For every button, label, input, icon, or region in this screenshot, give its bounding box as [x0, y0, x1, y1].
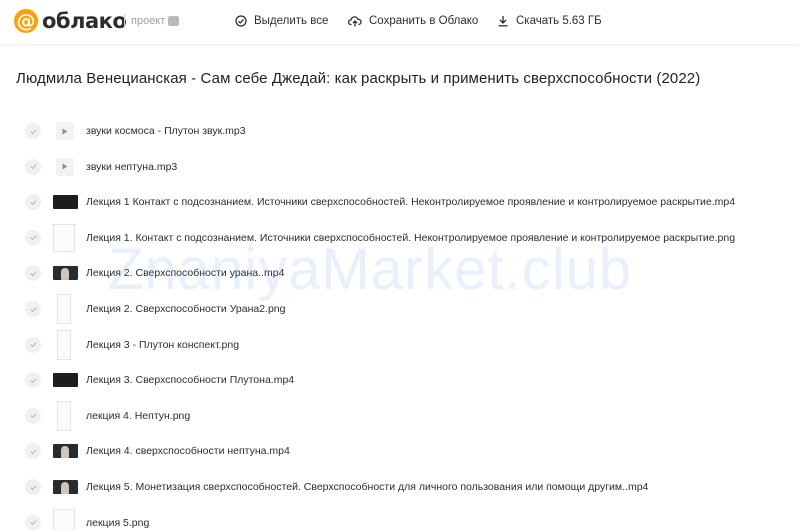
- download-icon: [498, 16, 508, 27]
- checkmark-icon: [29, 413, 37, 419]
- cloud-upload-icon: [348, 16, 362, 27]
- file-name[interactable]: Лекция 2. Сверхспособности Урана2.png: [86, 302, 286, 316]
- file-name[interactable]: лекция 4. Нептун.png: [86, 409, 190, 423]
- audio-file-icon: [53, 155, 77, 179]
- row-checkbox[interactable]: [25, 479, 41, 495]
- row-checkbox[interactable]: [25, 123, 41, 139]
- checkmark-icon: [29, 484, 37, 490]
- file-row[interactable]: Лекция 2. Сверхспособности урана..mp4: [0, 255, 800, 291]
- checkmark-icon: [29, 342, 37, 348]
- file-name[interactable]: Лекция 5. Монетизация сверхспособностей.…: [86, 480, 648, 494]
- row-checkbox[interactable]: [25, 265, 41, 282]
- row-checkbox[interactable]: [25, 443, 41, 460]
- row-checkbox[interactable]: [25, 514, 41, 530]
- file-row[interactable]: Лекция 2. Сверхспособности Урана2.png: [0, 291, 800, 327]
- download-button[interactable]: Скачать 5.63 ГБ: [497, 13, 602, 29]
- video-thumbnail: [53, 444, 78, 459]
- video-thumbnail: [53, 480, 78, 494]
- file-name[interactable]: лекция 5.png: [86, 516, 149, 530]
- image-thumbnail: [57, 329, 71, 360]
- checkmark-icon: [29, 199, 37, 205]
- file-row[interactable]: звуки нептуна.mp3: [0, 149, 800, 185]
- file-row[interactable]: Лекция 3 - Плутон конспект.png: [0, 327, 800, 363]
- folder-title: Людмила Венецианская - Сам себе Джедай: …: [16, 70, 701, 87]
- select-all-button[interactable]: Выделить все: [235, 13, 328, 29]
- row-checkbox[interactable]: [25, 372, 41, 389]
- image-thumbnail: [53, 223, 75, 252]
- logo-sub-text: проект: [131, 15, 166, 27]
- row-checkbox[interactable]: [25, 229, 41, 246]
- file-name[interactable]: звуки нептуна.mp3: [86, 160, 177, 174]
- top-header: @ облако проект Выделить все Сохранить в…: [0, 0, 800, 44]
- row-checkbox[interactable]: [25, 158, 41, 175]
- download-label: Скачать 5.63 ГБ: [516, 15, 602, 27]
- file-row[interactable]: Лекция 1. Контакт с подсознанием. Источн…: [0, 220, 800, 256]
- file-row[interactable]: Лекция 4. сверхспособности нептуна.mp4: [0, 433, 800, 469]
- file-name[interactable]: Лекция 3. Сверхспособности Плутона.mp4: [86, 373, 294, 387]
- audio-file-icon: [53, 119, 77, 143]
- checkmark-icon: [29, 271, 37, 277]
- vk-badge-icon: [168, 16, 180, 26]
- file-row[interactable]: Лекция 1 Контакт с подсознанием. Источни…: [0, 184, 800, 220]
- row-checkbox[interactable]: [25, 336, 41, 353]
- file-row[interactable]: лекция 5.png: [0, 505, 800, 530]
- cloud-logo[interactable]: @ облако: [14, 9, 127, 33]
- video-thumbnail: [53, 195, 78, 210]
- file-row[interactable]: звуки космоса - Плутон звук.mp3: [0, 113, 800, 149]
- file-name[interactable]: Лекция 1 Контакт с подсознанием. Источни…: [86, 195, 735, 209]
- video-thumbnail: [53, 266, 78, 281]
- check-circle-icon: [235, 15, 247, 27]
- checkmark-icon: [29, 377, 37, 383]
- checkmark-icon: [29, 306, 37, 312]
- checkmark-icon: [29, 449, 37, 455]
- save-to-cloud-label: Сохранить в Облако: [369, 15, 479, 27]
- checkmark-icon: [29, 128, 37, 134]
- file-row[interactable]: лекция 4. Нептун.png: [0, 398, 800, 434]
- file-name[interactable]: Лекция 4. сверхспособности нептуна.mp4: [86, 444, 290, 458]
- file-name[interactable]: Лекция 2. Сверхспособности урана..mp4: [86, 266, 284, 280]
- save-to-cloud-button[interactable]: Сохранить в Облако: [348, 13, 478, 29]
- checkmark-icon: [29, 164, 37, 170]
- row-checkbox[interactable]: [25, 301, 41, 317]
- checkmark-icon: [29, 520, 37, 526]
- image-thumbnail: [53, 508, 75, 530]
- video-thumbnail: [53, 373, 78, 388]
- row-checkbox[interactable]: [25, 407, 41, 424]
- select-all-label: Выделить все: [254, 15, 329, 27]
- logo-at-icon: @: [14, 9, 38, 33]
- file-name[interactable]: Лекция 3 - Плутон конспект.png: [86, 338, 239, 352]
- file-row[interactable]: Лекция 5. Монетизация сверхспособностей.…: [0, 469, 800, 505]
- row-checkbox[interactable]: [25, 194, 41, 211]
- image-thumbnail: [57, 400, 71, 431]
- file-name[interactable]: звуки космоса - Плутон звук.mp3: [86, 124, 246, 138]
- file-name[interactable]: Лекция 1. Контакт с подсознанием. Источн…: [86, 231, 735, 245]
- file-row[interactable]: Лекция 3. Сверхспособности Плутона.mp4: [0, 362, 800, 398]
- logo-project-label: проект: [131, 14, 180, 28]
- image-thumbnail: [57, 294, 71, 324]
- logo-text: облако: [42, 9, 127, 33]
- checkmark-icon: [29, 235, 37, 241]
- logo-divider: [124, 14, 125, 28]
